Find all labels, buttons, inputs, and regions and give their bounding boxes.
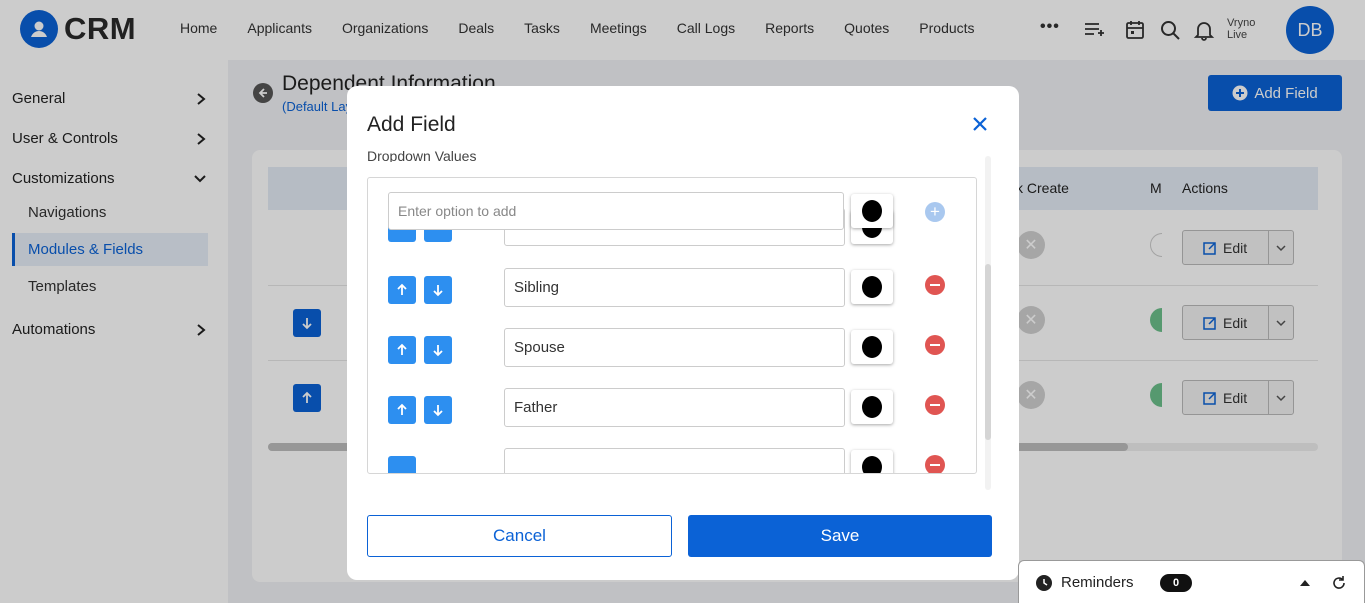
remove-option-icon[interactable] <box>925 275 945 295</box>
color-swatch[interactable] <box>851 330 893 364</box>
new-option-input[interactable]: Enter option to add <box>388 192 844 230</box>
color-swatch[interactable] <box>851 390 893 424</box>
option-value-field[interactable] <box>504 448 845 473</box>
refresh-icon[interactable] <box>1331 575 1347 591</box>
option-value-field[interactable]: Spouse <box>504 328 845 367</box>
arrow-up-icon <box>397 403 407 415</box>
close-icon[interactable] <box>970 114 990 134</box>
move-up-button[interactable] <box>388 336 416 364</box>
chevron-up-icon[interactable] <box>1300 580 1310 586</box>
remove-option-icon[interactable] <box>925 395 945 415</box>
dropdown-values-label: Dropdown Values <box>367 148 477 162</box>
arrow-down-icon <box>433 345 443 357</box>
add-field-modal: Add Field Dropdown Values Enter option t… <box>347 86 1019 580</box>
color-swatch[interactable] <box>851 270 893 304</box>
arrow-up-icon <box>397 343 407 355</box>
reminders-bar[interactable]: Reminders 0 <box>1018 560 1365 603</box>
modal-title: Add Field <box>367 113 456 136</box>
color-swatch[interactable] <box>851 194 893 228</box>
option-value-field[interactable]: Sibling <box>504 268 845 307</box>
save-button[interactable]: Save <box>688 515 992 557</box>
move-up-button[interactable] <box>388 276 416 304</box>
modal-scrollbar[interactable] <box>985 264 991 440</box>
arrow-down-icon <box>433 285 443 297</box>
reminders-count-badge: 0 <box>1160 574 1192 592</box>
add-option-icon[interactable]: + <box>925 202 945 222</box>
move-up-button[interactable] <box>388 456 416 473</box>
remove-option-icon[interactable] <box>925 335 945 355</box>
move-down-button[interactable] <box>424 276 452 304</box>
move-down-button[interactable] <box>424 396 452 424</box>
section-label-wrap: Dropdown Values <box>367 146 867 162</box>
arrow-up-icon <box>397 283 407 295</box>
move-up-button[interactable] <box>388 396 416 424</box>
reminders-label: Reminders <box>1061 574 1134 591</box>
cancel-button[interactable]: Cancel <box>367 515 672 557</box>
clock-icon <box>1036 575 1052 591</box>
remove-option-icon[interactable] <box>925 455 945 473</box>
move-down-button[interactable] <box>424 336 452 364</box>
arrow-down-icon <box>433 405 443 417</box>
option-value-field[interactable]: Father <box>504 388 845 427</box>
color-swatch[interactable] <box>851 450 893 473</box>
dropdown-options-list: Enter option to add + Sibling Spouse Fat… <box>367 177 977 474</box>
